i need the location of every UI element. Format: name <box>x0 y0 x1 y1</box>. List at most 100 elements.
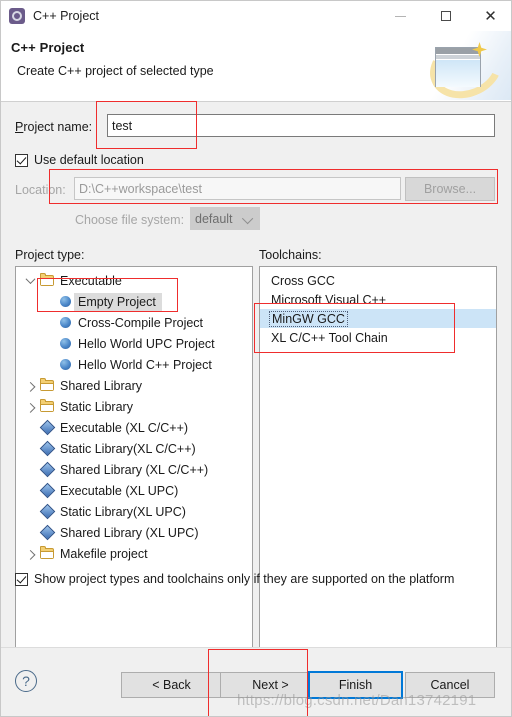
list-item-label: Cross GCC <box>271 273 335 288</box>
cpp-project-wizard-dialog: C++ Project ✕ C++ Project Create C++ pro… <box>0 0 512 717</box>
wizard-header: C++ Project Create C++ project of select… <box>1 31 511 102</box>
page-title: C++ Project <box>11 40 85 55</box>
list-item[interactable]: XL C/C++ Tool Chain <box>260 328 496 347</box>
show-supported-checkbox[interactable]: Show project types and toolchains only i… <box>15 572 454 586</box>
finish-label: Finish <box>338 678 373 692</box>
chevron-down-icon[interactable] <box>22 274 38 285</box>
diamond-icon <box>38 461 56 478</box>
cancel-label: Cancel <box>430 678 470 692</box>
watermark-text: https://blog.csdn.net/Dan13742191 <box>237 692 477 709</box>
use-default-location-checkbox[interactable]: Use default location <box>15 153 144 167</box>
tree-item-label: Hello World UPC Project <box>78 336 215 351</box>
window-title: C++ Project <box>33 9 100 23</box>
show-supported-label: Show project types and toolchains only i… <box>34 572 455 586</box>
chevron-right-icon[interactable] <box>22 549 38 560</box>
tree-item-label: Executable <box>60 273 122 288</box>
tree-item[interactable]: Makefile project <box>16 543 252 564</box>
window-controls: ✕ <box>378 1 511 31</box>
back-label: < Back <box>152 678 191 692</box>
diamond-icon <box>38 419 56 436</box>
close-button[interactable]: ✕ <box>468 1 511 31</box>
tree-item[interactable]: Executable (XL C/C++) <box>16 417 252 438</box>
gear-icon <box>9 8 25 24</box>
diamond-icon <box>38 440 56 457</box>
title-bar: C++ Project ✕ <box>1 1 511 31</box>
tree-item[interactable]: Shared Library <box>16 375 252 396</box>
file-system-value: default <box>195 211 233 226</box>
checkbox-icon <box>15 572 28 586</box>
folder-icon <box>38 399 56 412</box>
list-item-label: MinGW GCC <box>269 310 348 327</box>
list-item[interactable]: Cross GCC <box>260 271 496 290</box>
diamond-icon <box>38 524 56 541</box>
tree-item-label: Executable (XL C/C++) <box>60 420 189 435</box>
browse-label: Browse... <box>423 182 477 196</box>
list-item[interactable]: Microsoft Visual C++ <box>260 290 496 309</box>
page-subtitle: Create C++ project of selected type <box>17 64 214 78</box>
wizard-body: Project name: test Use default location … <box>1 102 511 665</box>
ball-icon <box>56 359 74 370</box>
close-icon: ✕ <box>484 7 497 25</box>
tree-item-label: Static Library(XL UPC) <box>60 504 186 519</box>
file-system-label: Choose file system: <box>75 213 185 227</box>
folder-icon <box>38 273 56 286</box>
tree-item-label: Makefile project <box>60 546 148 561</box>
ball-icon <box>56 338 74 349</box>
browse-button[interactable]: Browse... <box>405 177 495 201</box>
chevron-right-icon[interactable] <box>22 402 38 413</box>
toolchains-label: Toolchains: <box>259 248 322 262</box>
location-input[interactable]: D:\C++workspace\test <box>74 177 401 200</box>
tree-item[interactable]: Executable <box>16 270 252 291</box>
checkbox-icon <box>15 153 28 167</box>
tree-item-label: Empty Project <box>74 292 162 311</box>
tree-item-label: Static Library <box>60 399 133 414</box>
list-item[interactable]: MinGW GCC <box>260 309 496 328</box>
tree-item-label: Executable (XL UPC) <box>60 483 179 498</box>
ball-icon <box>56 317 74 328</box>
tree-item[interactable]: Static Library(XL C/C++) <box>16 438 252 459</box>
minimize-icon <box>395 15 406 17</box>
project-name-value: test <box>112 118 133 133</box>
file-system-select[interactable]: default <box>190 207 260 230</box>
next-label: Next > <box>252 678 289 692</box>
list-item-label: XL C/C++ Tool Chain <box>271 330 388 345</box>
project-name-input[interactable]: test <box>107 114 495 137</box>
list-item-label: Microsoft Visual C++ <box>271 292 387 307</box>
project-type-label: Project type: <box>15 248 85 262</box>
folder-icon <box>38 378 56 391</box>
project-name-label: Project name: <box>15 120 93 134</box>
diamond-icon <box>38 482 56 499</box>
maximize-icon <box>440 11 451 21</box>
tree-item[interactable]: Shared Library (XL UPC) <box>16 522 252 543</box>
diamond-icon <box>38 503 56 520</box>
tree-item-label: Hello World C++ Project <box>78 357 212 372</box>
toolchains-list[interactable]: Cross GCC Microsoft Visual C++ MinGW GCC XL… <box>259 266 497 665</box>
maximize-button[interactable] <box>423 1 468 31</box>
help-button[interactable]: ? <box>15 670 37 692</box>
location-value: D:\C++workspace\test <box>79 181 202 196</box>
tree-item-label: Cross-Compile Project <box>78 315 204 330</box>
help-glyph: ? <box>22 673 30 689</box>
tree-item[interactable]: Static Library <box>16 396 252 417</box>
back-button[interactable]: < Back <box>121 672 222 698</box>
project-type-tree[interactable]: Executable Empty Project Cross-Compile Pro… <box>15 266 253 665</box>
folder-icon <box>38 546 56 559</box>
ball-icon <box>56 296 74 307</box>
wizard-banner-icon <box>415 31 511 100</box>
tree-item[interactable]: Empty Project <box>16 291 252 312</box>
tree-item-label: Shared Library <box>60 378 142 393</box>
tree-item-label: Shared Library (XL C/C++) <box>60 462 209 477</box>
tree-item[interactable]: Hello World C++ Project <box>16 354 252 375</box>
tree-item[interactable]: Hello World UPC Project <box>16 333 252 354</box>
use-default-location-label: Use default location <box>34 153 144 167</box>
chevron-right-icon[interactable] <box>22 381 38 392</box>
minimize-button[interactable] <box>378 1 423 31</box>
location-label: Location: <box>15 183 66 197</box>
chevron-down-icon <box>241 212 254 225</box>
tree-item-label: Static Library(XL C/C++) <box>60 441 196 456</box>
tree-item[interactable]: Static Library(XL UPC) <box>16 501 252 522</box>
tree-item[interactable]: Executable (XL UPC) <box>16 480 252 501</box>
tree-item[interactable]: Cross-Compile Project <box>16 312 252 333</box>
tree-item[interactable]: Shared Library (XL C/C++) <box>16 459 252 480</box>
tree-item-label: Shared Library (XL UPC) <box>60 525 199 540</box>
